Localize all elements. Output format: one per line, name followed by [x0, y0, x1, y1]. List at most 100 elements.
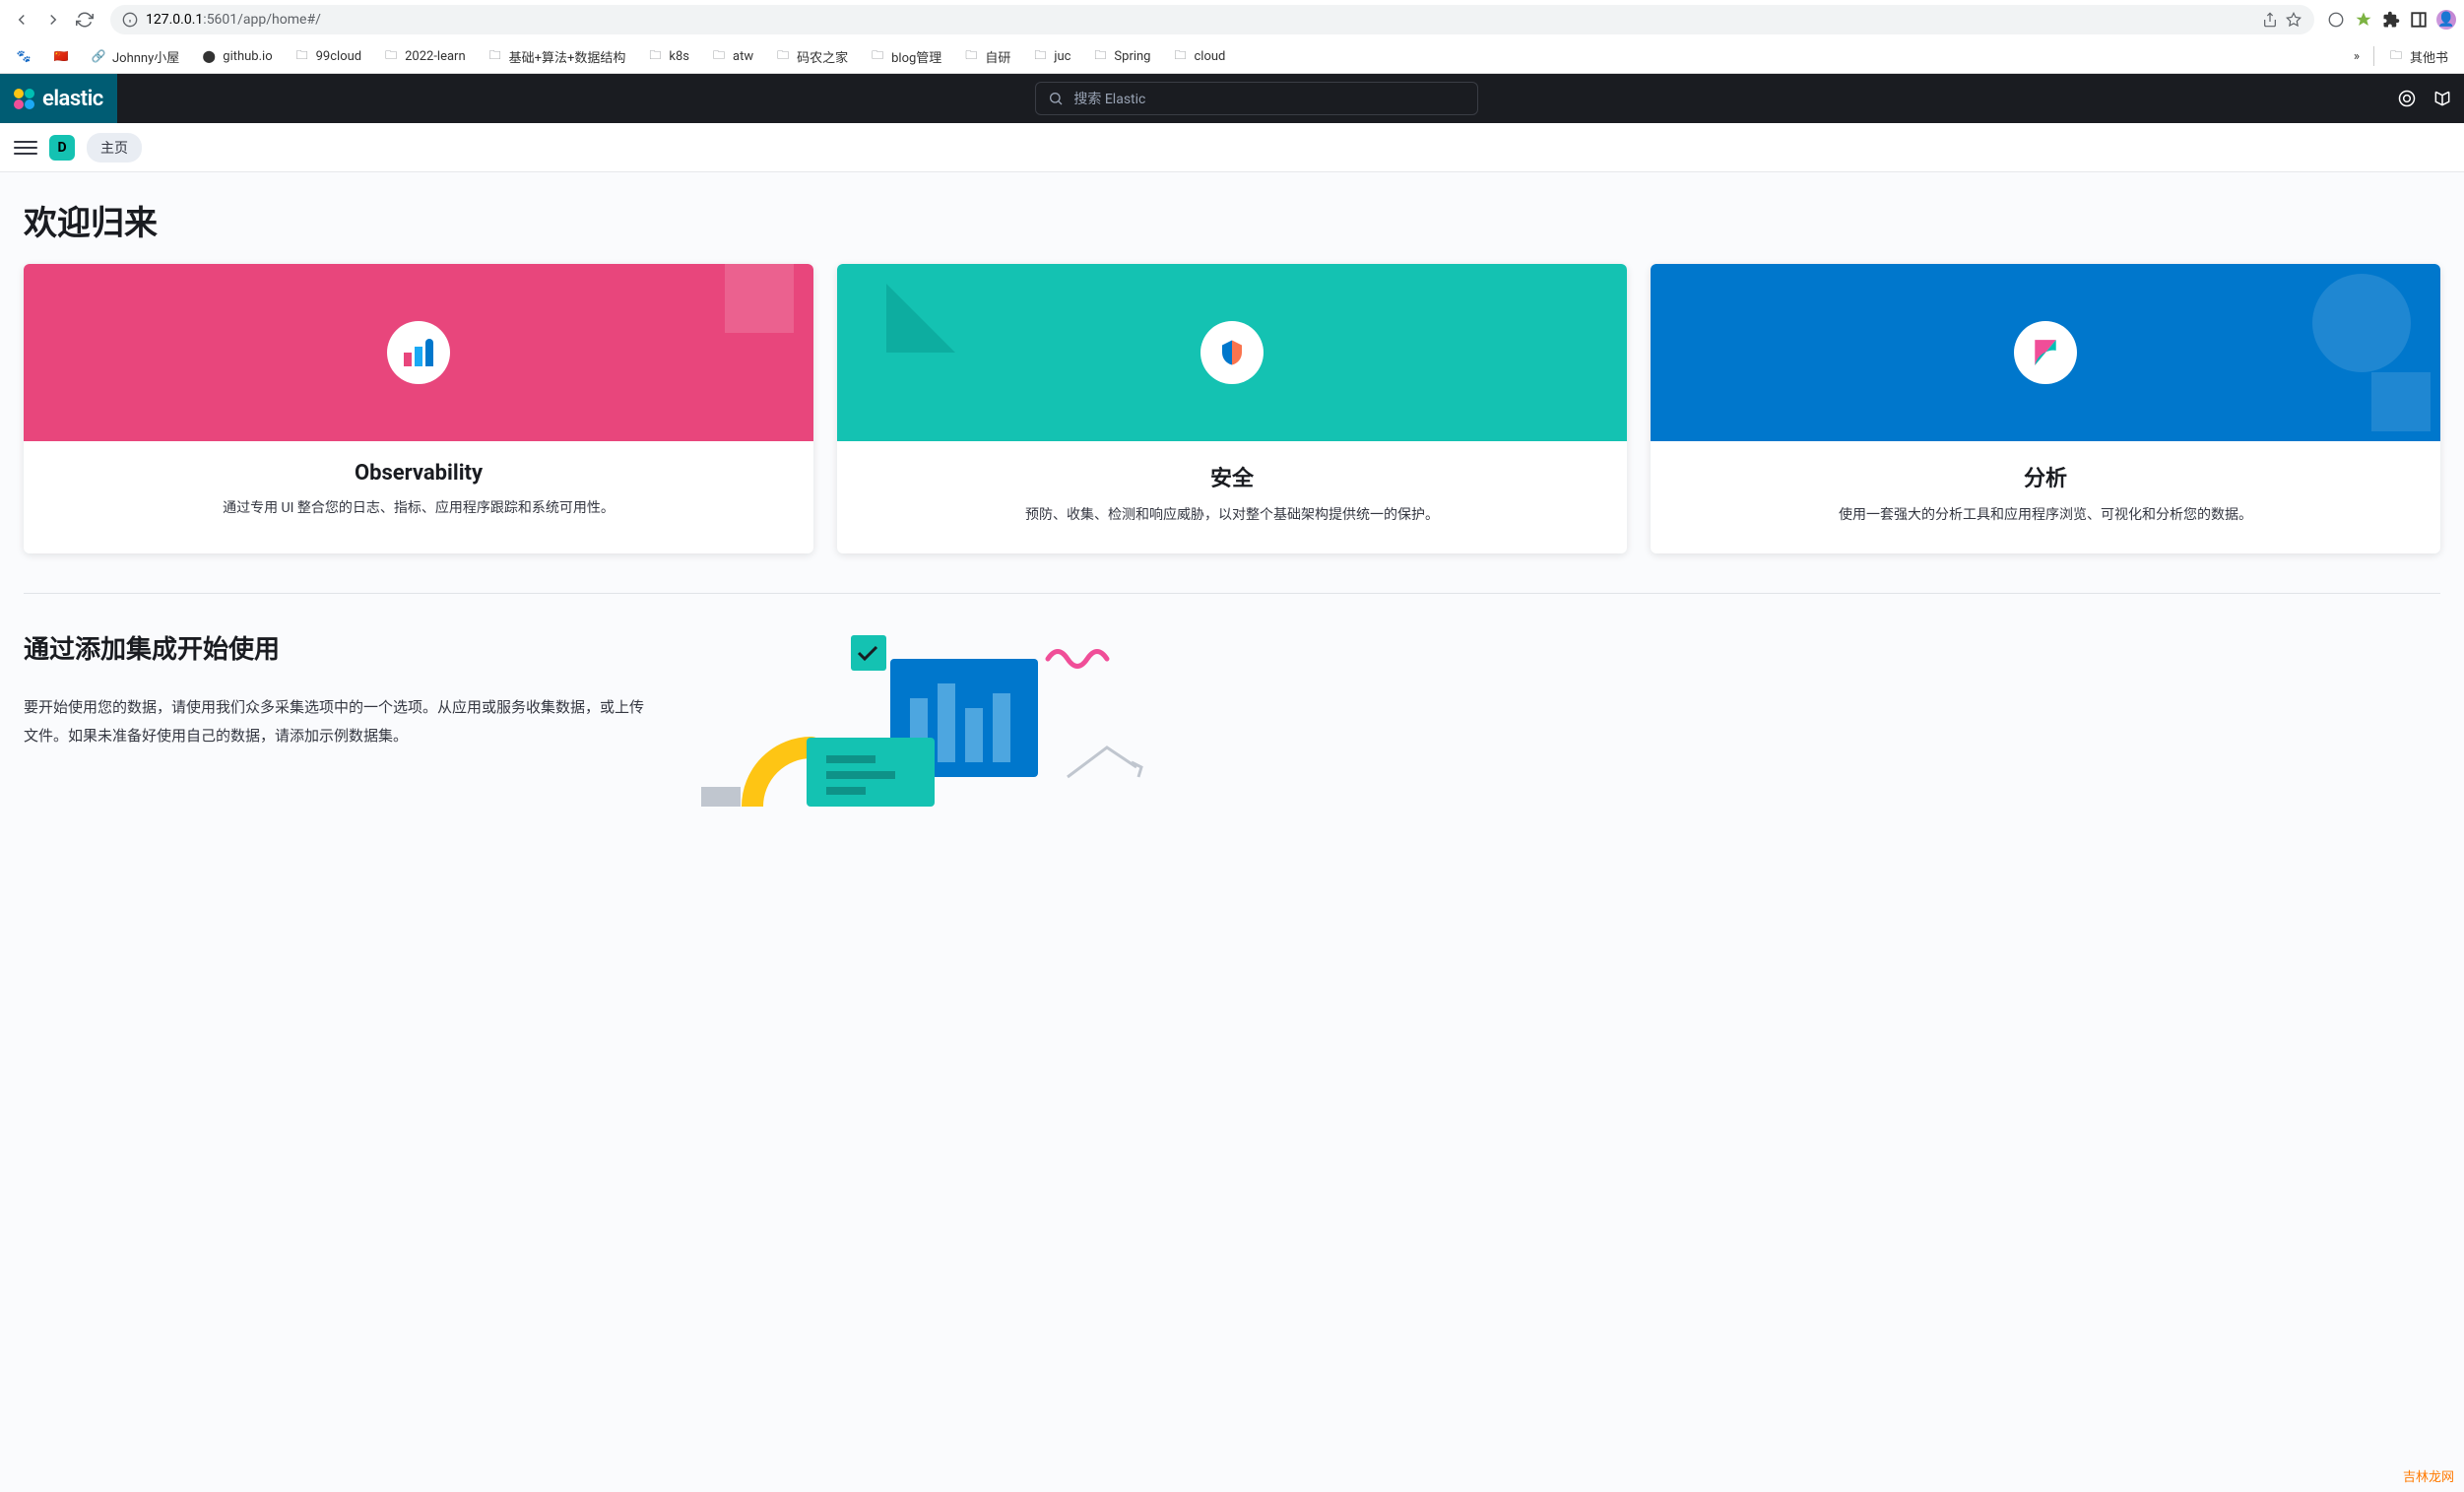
bookmark-item[interactable]: ⬤github.io — [193, 44, 280, 68]
bookmark-item[interactable]: 🗀 99cloud — [287, 44, 370, 68]
card-title: 安全 — [861, 461, 1603, 492]
elastic-search-input[interactable]: 搜索 Elastic — [1035, 82, 1478, 115]
home-content: 欢迎归来 Observability 通过专用 UI 整合您的日志、指标、应用程… — [0, 172, 2464, 1492]
elastic-subheader: D 主页 — [0, 123, 2464, 172]
browser-chrome: 127.0.0.1:5601/app/home#/ 👤 🐾 🇨🇳 🔗Johnny… — [0, 0, 2464, 74]
extensions-puzzle-icon[interactable] — [2381, 10, 2401, 30]
bookmark-item[interactable]: 🗀juc — [1024, 44, 1078, 68]
nav-back-button[interactable] — [8, 6, 35, 33]
flag-icon: 🇨🇳 — [53, 48, 69, 64]
nav-menu-button[interactable] — [14, 136, 37, 160]
bookmark-label: 码农之家 — [797, 47, 848, 66]
bookmark-label: atw — [733, 49, 753, 64]
elastic-logo[interactable]: elastic — [0, 74, 117, 123]
integrations-desc: 要开始使用您的数据，请使用我们众多采集选项中的一个选项。从应用或服务收集数据，或… — [24, 693, 654, 749]
folder-icon: 🗀 — [775, 48, 791, 64]
reload-icon — [76, 11, 94, 29]
share-icon[interactable] — [2261, 11, 2279, 29]
card-title: 分析 — [1674, 461, 2417, 492]
bookmark-label: juc — [1054, 49, 1070, 64]
arrow-right-icon — [44, 11, 62, 29]
observability-icon — [387, 321, 450, 384]
bookmark-item[interactable]: 🔗Johnny小屋 — [83, 43, 187, 70]
folder-icon: 🗀 — [1092, 48, 1108, 64]
bookmark-label: blog管理 — [891, 47, 941, 66]
bookmark-label: 其他书 — [2410, 47, 2448, 66]
url-bar[interactable]: 127.0.0.1:5601/app/home#/ — [110, 5, 2314, 34]
card-desc: 使用一套强大的分析工具和应用程序浏览、可视化和分析您的数据。 — [1674, 504, 2417, 526]
folder-icon: 🗀 — [647, 48, 663, 64]
folder-icon: 🗀 — [2388, 48, 2404, 64]
card-desc: 通过专用 UI 整合您的日志、指标、应用程序跟踪和系统可用性。 — [47, 497, 790, 519]
integrations-text: 通过添加集成开始使用 要开始使用您的数据，请使用我们众多采集选项中的一个选项。从… — [24, 629, 654, 807]
extension-icon-2[interactable] — [2354, 10, 2373, 30]
card-body: 安全 预防、收集、检测和响应威胁，以对整个基础架构提供统一的保护。 — [837, 441, 1627, 553]
integrations-title: 通过添加集成开始使用 — [24, 629, 654, 666]
section-divider — [24, 593, 2440, 594]
folder-icon: 🗀 — [870, 48, 885, 64]
card-header — [1651, 264, 2440, 441]
integrations-illustration — [693, 629, 1146, 807]
card-security[interactable]: 安全 预防、收集、检测和响应威胁，以对整个基础架构提供统一的保护。 — [837, 264, 1627, 553]
elastic-logo-text: elastic — [42, 87, 103, 111]
bookmark-item[interactable]: 🇨🇳 — [45, 44, 77, 68]
bookmark-item[interactable]: 🗀 blog管理 — [862, 43, 949, 70]
bookmark-overflow-button[interactable]: » — [2346, 45, 2367, 68]
nav-forward-button[interactable] — [39, 6, 67, 33]
bookmark-item[interactable]: 🗀 自研 — [955, 43, 1018, 70]
security-icon — [1200, 321, 1264, 384]
bookmark-label: k8s — [669, 49, 689, 64]
panel-icon[interactable] — [2409, 10, 2429, 30]
bookmark-label: github.io — [223, 49, 272, 64]
card-body: 分析 使用一套强大的分析工具和应用程序浏览、可视化和分析您的数据。 — [1651, 441, 2440, 553]
help-icon[interactable] — [2397, 89, 2417, 108]
bookmark-label: cloud — [1195, 49, 1226, 64]
search-icon — [1048, 91, 1064, 106]
newsfeed-icon[interactable] — [2432, 89, 2452, 108]
folder-icon: 🗀 — [487, 48, 503, 64]
url-actions — [2261, 11, 2302, 29]
profile-avatar[interactable]: 👤 — [2436, 10, 2456, 30]
bookmark-item[interactable]: 🗀2022-learn — [375, 44, 474, 68]
solution-cards: Observability 通过专用 UI 整合您的日志、指标、应用程序跟踪和系… — [24, 264, 2440, 553]
bookmark-label: 自研 — [985, 47, 1010, 66]
bookmark-item[interactable]: 🗀Spring — [1084, 44, 1158, 68]
folder-icon: 🗀 — [294, 48, 310, 64]
bookmark-item[interactable]: 🗀 码农之家 — [767, 43, 856, 70]
search-placeholder: 搜索 Elastic — [1073, 89, 1145, 108]
bookmark-label: Johnny小屋 — [112, 47, 179, 66]
chrome-actions: 👤 — [2326, 10, 2456, 30]
watermark: 吉林龙网 — [2403, 1466, 2454, 1485]
browser-toolbar: 127.0.0.1:5601/app/home#/ 👤 — [0, 0, 2464, 39]
bookmark-item[interactable]: 🗀 cloud — [1165, 44, 1234, 68]
extension-icon-1[interactable] — [2326, 10, 2346, 30]
elastic-header: elastic 搜索 Elastic — [0, 74, 2464, 123]
card-header — [24, 264, 813, 441]
card-desc: 预防、收集、检测和响应威胁，以对整个基础架构提供统一的保护。 — [861, 504, 1603, 526]
card-analytics[interactable]: 分析 使用一套强大的分析工具和应用程序浏览、可视化和分析您的数据。 — [1651, 264, 2440, 553]
arrow-left-icon — [13, 11, 31, 29]
folder-icon: 🗀 — [1173, 48, 1189, 64]
elastic-logo-icon — [14, 89, 34, 109]
card-observability[interactable]: Observability 通过专用 UI 整合您的日志、指标、应用程序跟踪和系… — [24, 264, 813, 553]
bookmarks-bar: 🐾 🇨🇳 🔗Johnny小屋 ⬤github.io 🗀 99cloud 🗀2022… — [0, 39, 2464, 73]
breadcrumb[interactable]: 主页 — [87, 133, 142, 162]
elastic-header-actions — [2397, 89, 2452, 108]
bookmark-item[interactable]: 🗀基础+算法+数据结构 — [480, 43, 634, 70]
space-selector[interactable]: D — [49, 135, 75, 161]
integrations-section: 通过添加集成开始使用 要开始使用您的数据，请使用我们众多采集选项中的一个选项。从… — [24, 629, 2440, 807]
kibana-icon — [2014, 321, 2077, 384]
card-body: Observability 通过专用 UI 整合您的日志、指标、应用程序跟踪和系… — [24, 441, 813, 547]
nav-reload-button[interactable] — [71, 6, 98, 33]
folder-icon: 🗀 — [963, 48, 979, 64]
card-title: Observability — [47, 461, 790, 486]
bookmarks-divider — [2373, 46, 2374, 66]
folder-icon: 🗀 — [711, 48, 727, 64]
bookmark-item[interactable]: 🗀 k8s — [639, 44, 697, 68]
url-text: 127.0.0.1:5601/app/home#/ — [146, 12, 2253, 28]
star-icon[interactable] — [2285, 11, 2302, 29]
bookmark-item[interactable]: 🐾 — [8, 44, 39, 68]
other-bookmarks-folder[interactable]: 🗀 其他书 — [2380, 43, 2456, 70]
bookmark-label: 99cloud — [316, 49, 362, 64]
bookmark-item[interactable]: 🗀 atw — [703, 44, 761, 68]
